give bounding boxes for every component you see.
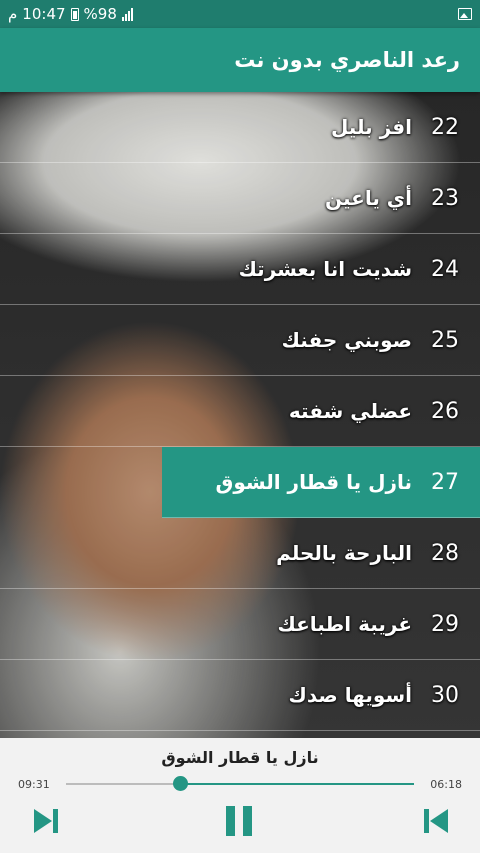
track-number: 22 (431, 114, 459, 140)
track-number: 25 (431, 327, 459, 353)
track-title: أي ياعين (325, 186, 412, 210)
pause-icon (243, 806, 252, 836)
elapsed-time: 09:31 (18, 778, 50, 791)
now-playing-title: نازل يا قطار الشوق (161, 748, 319, 767)
track-row-30[interactable]: 30 أسويها صدك (0, 660, 480, 731)
track-title: عضلي شفته (288, 399, 412, 423)
track-title: شديت انا بعشرتك (238, 257, 412, 281)
track-title: البارحة بالحلم (276, 541, 412, 565)
track-list[interactable]: 22 افز بليل 23 أي ياعين 24 شديت انا بعشر… (0, 92, 480, 738)
track-number: 26 (431, 398, 459, 424)
track-title: غريبة اطباعك (277, 612, 412, 636)
next-track-button[interactable] (32, 806, 60, 836)
track-row-23[interactable]: 23 أي ياعين (0, 163, 480, 234)
track-number: 24 (431, 256, 459, 282)
carrier-glyph: م (8, 5, 18, 23)
app-bar: رعد الناصري بدون نت (0, 28, 480, 92)
track-row-26[interactable]: 26 عضلي شفته (0, 376, 480, 447)
pause-icon (226, 806, 235, 836)
status-left: م 10:47 %98 (8, 5, 133, 23)
battery-icon (70, 7, 79, 21)
track-number: 28 (431, 540, 459, 566)
signal-icon (121, 7, 133, 21)
track-number: 30 (431, 682, 459, 708)
seek-bar[interactable] (66, 783, 414, 785)
gallery-icon (458, 8, 472, 20)
duration-time: 06:18 (430, 778, 462, 791)
page-title: رعد الناصري بدون نت (234, 48, 460, 72)
track-row-22[interactable]: 22 افز بليل (0, 92, 480, 163)
previous-track-button[interactable] (422, 806, 450, 836)
pause-button[interactable] (226, 806, 254, 836)
status-bar: م 10:47 %98 (0, 0, 480, 28)
track-row-28[interactable]: 28 البارحة بالحلم (0, 518, 480, 589)
track-row-27-active[interactable]: 27 نازل يا قطار الشوق (162, 447, 480, 518)
battery-level: %98 (83, 5, 117, 23)
track-number: 29 (431, 611, 459, 637)
track-number: 23 (431, 185, 459, 211)
clock: 10:47 (22, 5, 66, 23)
track-title: صوبني جفنك (281, 328, 412, 352)
seek-thumb[interactable] (173, 776, 189, 791)
track-row-29[interactable]: 29 غريبة اطباعك (0, 589, 480, 660)
player-bar: نازل يا قطار الشوق 09:31 06:18 (0, 738, 480, 853)
track-title: نازل يا قطار الشوق (215, 470, 412, 494)
seek-progress (180, 783, 414, 785)
track-title: افز بليل (330, 115, 412, 139)
track-row-24[interactable]: 24 شديت انا بعشرتك (0, 234, 480, 305)
track-number: 27 (431, 469, 459, 495)
track-row-25[interactable]: 25 صوبني جفنك (0, 305, 480, 376)
track-title: أسويها صدك (288, 683, 412, 707)
